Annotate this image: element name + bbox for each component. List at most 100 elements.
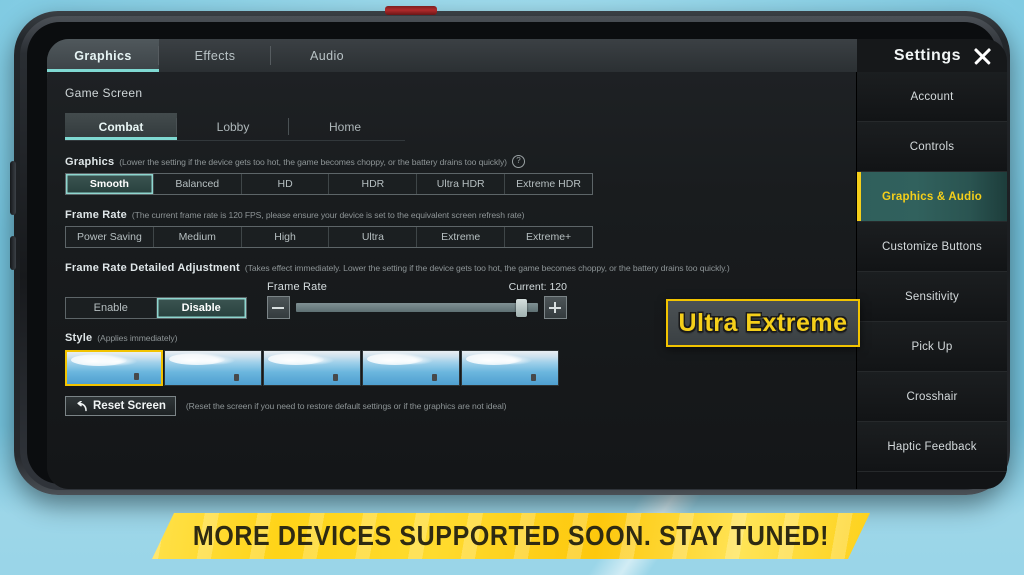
sidebar-item-sensitivity[interactable]: Sensitivity xyxy=(857,272,1007,322)
ultra-extreme-badge-label: Ultra Extreme xyxy=(678,308,848,337)
sidebar-item-crosshair[interactable]: Crosshair xyxy=(857,372,1007,422)
tab-graphics-label: Graphics xyxy=(74,48,132,63)
style-thumbnail-5[interactable] xyxy=(461,350,559,386)
graphics-option-bar: Smooth Balanced HD HDR Ultra HDR Extreme… xyxy=(65,173,593,195)
frame-rate-slider-label: Frame Rate xyxy=(267,281,328,293)
sidebar-item-graphics-audio[interactable]: Graphics & Audio xyxy=(857,172,1007,222)
frame-rate-detail-hint: (Takes effect immediately. Lower the set… xyxy=(244,263,730,273)
settings-main-panel: Game Screen Combat Lobby Home Graphics (… xyxy=(47,72,857,489)
style-hint: (Applies immediately) xyxy=(97,333,178,343)
style-thumbnail-list xyxy=(65,350,839,386)
phone-device-frame: Graphics Effects Audio Settings Game Scr… xyxy=(10,6,1010,495)
frame-rate-detail-label: Frame Rate Detailed Adjustment xyxy=(65,262,240,274)
sidebar-item-pick-up[interactable]: Pick Up xyxy=(857,322,1007,372)
settings-header: Settings xyxy=(857,39,1007,72)
sidebar-item-customize-buttons-label: Customize Buttons xyxy=(882,240,982,253)
graphics-option-ultra-hdr-label: Ultra HDR xyxy=(436,178,485,190)
frame-rate-detail-enable[interactable]: Enable xyxy=(66,298,157,318)
sidebar-item-customize-buttons[interactable]: Customize Buttons xyxy=(857,222,1007,272)
frame-rate-detail-disable-label: Disable xyxy=(181,302,221,314)
phone-volume-down-button xyxy=(10,236,16,270)
frame-rate-current-value: Current: 120 xyxy=(508,281,567,293)
sidebar-item-controls[interactable]: Controls xyxy=(857,122,1007,172)
style-thumbnail-1[interactable] xyxy=(65,350,163,386)
top-tab-bar: Graphics Effects Audio xyxy=(47,39,857,72)
frame-rate-slider-block: Frame Rate Current: 120 xyxy=(267,281,567,319)
frame-rate-detail-toggle: Enable Disable xyxy=(65,297,247,319)
sidebar-item-sensitivity-label: Sensitivity xyxy=(905,290,959,303)
graphics-option-hdr[interactable]: HDR xyxy=(329,174,418,194)
frame-rate-hint: (The current frame rate is 120 FPS, plea… xyxy=(131,210,525,220)
bottom-banner-text: MORE DEVICES SUPPORTED SOON. STAY TUNED! xyxy=(192,519,830,552)
frame-rate-option-extreme-plus[interactable]: Extreme+ xyxy=(505,227,592,247)
tab-audio-label: Audio xyxy=(310,48,344,63)
frame-rate-option-ultra[interactable]: Ultra xyxy=(329,227,418,247)
undo-arrow-icon xyxy=(75,400,88,412)
subtab-combat-label: Combat xyxy=(98,119,144,134)
subtab-lobby-label: Lobby xyxy=(216,119,250,134)
subtab-home-label: Home xyxy=(328,119,361,134)
sidebar-item-haptic-feedback[interactable]: Haptic Feedback xyxy=(857,422,1007,472)
frame-rate-slider-row xyxy=(267,296,567,319)
tab-effects[interactable]: Effects xyxy=(159,39,271,72)
sidebar-item-pick-up-label: Pick Up xyxy=(911,340,953,353)
style-label: Style xyxy=(65,332,93,344)
reset-screen-label: Reset Screen xyxy=(93,400,166,412)
graphics-label: Graphics xyxy=(65,155,115,168)
phone-power-button xyxy=(385,6,437,15)
frame-rate-row-header: Frame Rate (The current frame rate is 12… xyxy=(65,209,839,221)
style-thumbnail-3[interactable] xyxy=(263,350,361,386)
sidebar-item-crosshair-label: Crosshair xyxy=(906,390,958,403)
graphics-option-hd-label: HD xyxy=(277,178,293,190)
frame-rate-option-medium[interactable]: Medium xyxy=(154,227,242,247)
graphics-option-extreme-hdr[interactable]: Extreme HDR xyxy=(505,174,592,194)
game-screen-tabs: Combat Lobby Home xyxy=(65,113,405,141)
frame-rate-option-extreme-label: Extreme xyxy=(441,231,481,243)
frame-rate-option-power-saving-label: Power Saving xyxy=(77,231,142,243)
graphics-option-extreme-hdr-label: Extreme HDR xyxy=(516,178,581,190)
sidebar-item-account-label: Account xyxy=(910,90,954,103)
tab-effects-label: Effects xyxy=(194,48,236,63)
frame-rate-detail-disable[interactable]: Disable xyxy=(156,298,246,318)
reset-screen-row: Reset Screen (Reset the screen if you ne… xyxy=(65,396,839,416)
graphics-option-balanced[interactable]: Balanced xyxy=(154,174,242,194)
settings-title: Settings xyxy=(893,46,961,64)
frame-rate-detail-enable-label: Enable xyxy=(93,302,128,314)
reset-screen-button[interactable]: Reset Screen xyxy=(65,396,176,416)
frame-rate-option-extreme-plus-label: Extreme+ xyxy=(525,231,572,243)
graphics-option-smooth-label: Smooth xyxy=(89,178,129,190)
frame-rate-slider-labels: Frame Rate Current: 120 xyxy=(267,281,567,293)
game-screen-label: Game Screen xyxy=(65,86,143,100)
graphics-hint: (Lower the setting if the device gets to… xyxy=(119,156,507,167)
graphics-row-header: Graphics (Lower the setting if the devic… xyxy=(65,155,839,168)
frame-rate-option-extreme[interactable]: Extreme xyxy=(417,227,506,247)
frame-rate-option-high[interactable]: High xyxy=(242,227,330,247)
graphics-option-smooth[interactable]: Smooth xyxy=(66,174,154,194)
frame-rate-slider-thumb[interactable] xyxy=(516,299,528,317)
tab-graphics[interactable]: Graphics xyxy=(47,39,159,72)
sidebar-item-account[interactable]: Account xyxy=(857,72,1007,122)
settings-sidebar: Account Controls Graphics & Audio Custom… xyxy=(856,72,1007,489)
graphics-option-hd[interactable]: HD xyxy=(242,174,330,194)
subtab-lobby[interactable]: Lobby xyxy=(177,113,289,140)
sidebar-item-graphics-audio-label: Graphics & Audio xyxy=(882,190,982,203)
graphics-option-balanced-label: Balanced xyxy=(175,178,220,190)
frame-rate-option-high-label: High xyxy=(274,231,296,243)
question-mark-icon[interactable]: ? xyxy=(511,155,525,168)
frame-rate-option-medium-label: Medium xyxy=(178,231,216,243)
style-thumbnail-4[interactable] xyxy=(362,350,460,386)
frame-rate-slider-track[interactable] xyxy=(296,299,538,317)
frame-rate-option-ultra-label: Ultra xyxy=(361,231,384,243)
graphics-option-ultra-hdr[interactable]: Ultra HDR xyxy=(417,174,506,194)
plus-icon[interactable] xyxy=(544,296,567,319)
subtab-combat[interactable]: Combat xyxy=(65,113,177,140)
close-icon[interactable] xyxy=(971,45,993,67)
phone-volume-up-button xyxy=(10,161,16,215)
frame-rate-option-power-saving[interactable]: Power Saving xyxy=(66,227,154,247)
frame-rate-label: Frame Rate xyxy=(65,209,127,221)
subtab-home[interactable]: Home xyxy=(289,113,401,140)
ultra-extreme-badge: Ultra Extreme xyxy=(666,299,860,347)
tab-audio[interactable]: Audio xyxy=(271,39,383,72)
style-thumbnail-2[interactable] xyxy=(164,350,262,386)
minus-icon[interactable] xyxy=(267,296,290,319)
